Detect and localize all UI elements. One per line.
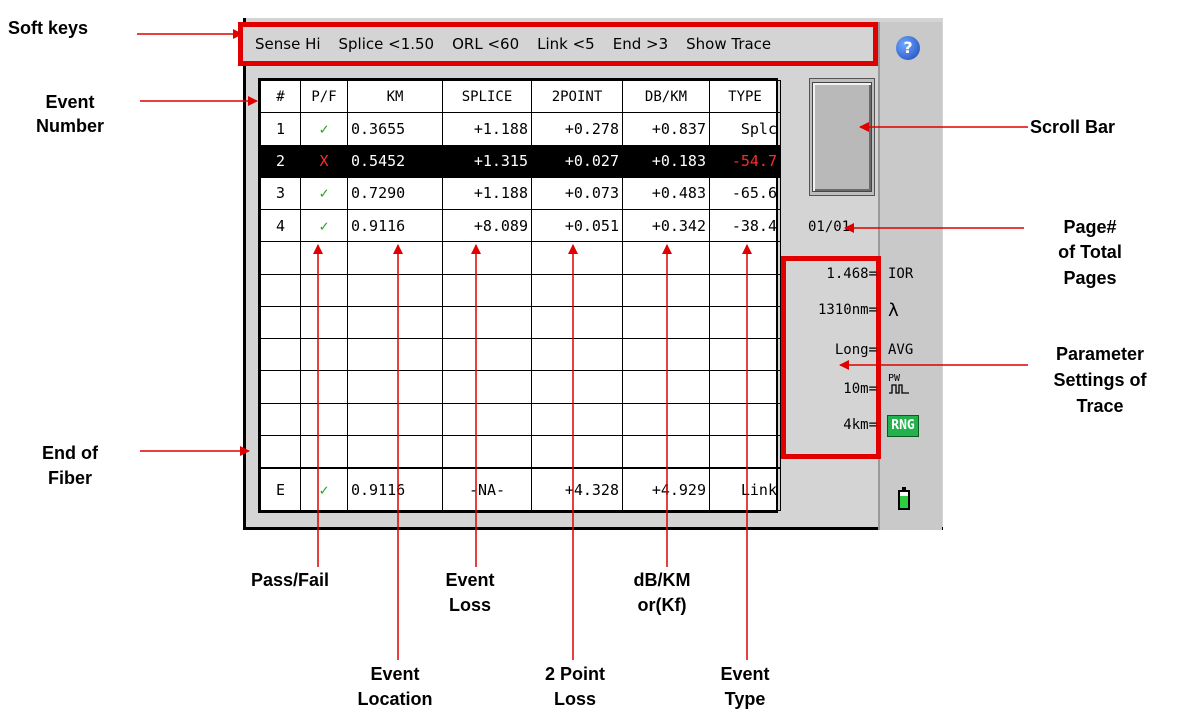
label-location-line2: Location	[357, 689, 433, 709]
label-page-line3: Pages	[1063, 268, 1117, 288]
label-pass-fail: Pass/Fail	[250, 570, 330, 590]
label-2point-line1: 2 Point	[544, 664, 605, 684]
label-2point-line2: Loss	[553, 689, 596, 709]
label-type-line2: Type	[724, 689, 766, 709]
label-param-line2: Settings of	[1053, 370, 1147, 390]
label-end-of-fiber-line2: Fiber	[47, 468, 92, 488]
label-event-loss-line1: Event	[445, 570, 495, 590]
label-page-line1: Page#	[1063, 217, 1117, 237]
label-event-loss-line2: Loss	[448, 595, 491, 615]
label-scroll-bar: Scroll Bar	[1030, 117, 1116, 137]
label-event-number-line1: Event	[45, 92, 95, 112]
label-event-number-line2: Number	[35, 116, 104, 136]
label-param-line3: Trace	[1076, 396, 1124, 416]
annotation-arrows	[137, 29, 1028, 660]
label-dbkm-line2: or(Kf)	[637, 595, 687, 615]
label-param-line1: Parameter	[1055, 344, 1145, 364]
label-end-of-fiber-line1: End of	[42, 443, 98, 463]
label-page-line2: of Total	[1058, 242, 1122, 262]
label-dbkm-line1: dB/KM	[633, 570, 691, 590]
label-location-line1: Event	[370, 664, 420, 684]
label-type-line1: Event	[720, 664, 770, 684]
label-soft-keys: Soft keys	[8, 18, 89, 38]
